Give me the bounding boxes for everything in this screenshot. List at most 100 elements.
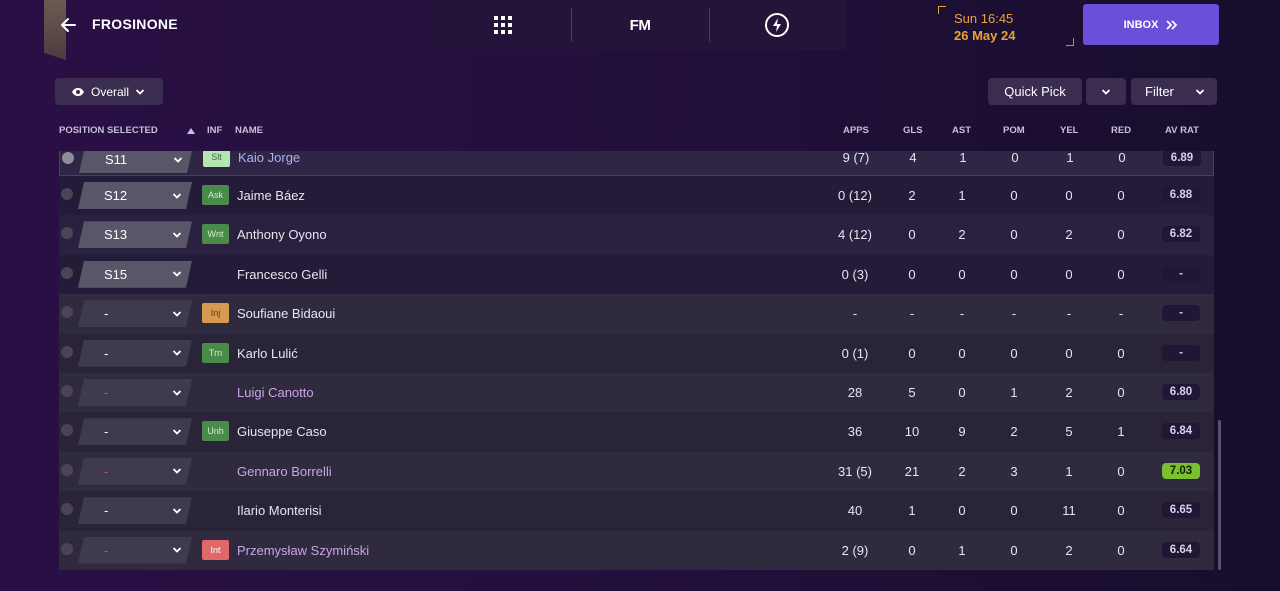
col-avrat[interactable]: AV RAT: [1165, 125, 1199, 136]
quick-pick-button[interactable]: Quick Pick: [988, 78, 1082, 105]
position-dropdown[interactable]: -: [78, 537, 192, 564]
assists-value: 0: [958, 345, 966, 361]
apps-value: 36: [847, 424, 863, 440]
squad-table: S11 Slt Kaio Jorge 9 (7) 4 1 0 1 0 6.89 …: [59, 151, 1214, 571]
chevron-down-icon: [172, 427, 182, 437]
red-value: 0: [1117, 266, 1125, 282]
fm-home-button[interactable]: FM: [571, 0, 708, 50]
rating-badge: 6.80: [1162, 384, 1200, 400]
apps-value: 0 (1): [841, 345, 869, 361]
quick-pick-dropdown[interactable]: [1086, 78, 1126, 105]
table-row[interactable]: - Gennaro Borrelli 31 (5) 21 2 3 1 0 7.0…: [59, 451, 1214, 492]
inbox-button[interactable]: INBOX: [1083, 4, 1219, 45]
position-dropdown[interactable]: -: [78, 497, 192, 524]
status-badge[interactable]: Slt: [203, 151, 230, 167]
yellow-value: 2: [1065, 542, 1073, 558]
status-badge[interactable]: Int: [202, 539, 229, 560]
selected-check-icon[interactable]: [61, 385, 73, 397]
col-position[interactable]: POSITION SELECTED: [59, 125, 158, 136]
apps-value: 9 (7): [842, 151, 870, 165]
table-row[interactable]: - Int Przemysław Szymiński 2 (9) 0 1 0 2…: [59, 530, 1214, 570]
selected-check-icon[interactable]: [61, 188, 73, 200]
position-dropdown[interactable]: S13: [78, 221, 192, 248]
table-row[interactable]: - Trn Karlo Lulić 0 (1) 0 0 0 0 0 -: [59, 333, 1214, 373]
position-dropdown[interactable]: -: [78, 418, 192, 445]
table-row[interactable]: - Unh Giuseppe Caso 36 10 9 2 5 1 6.84: [59, 412, 1214, 452]
player-name[interactable]: Anthony Oyono: [237, 227, 327, 242]
menu-grid-button[interactable]: [434, 0, 571, 50]
player-name[interactable]: Karlo Lulić: [237, 346, 298, 361]
goals-value: 0: [908, 542, 916, 558]
club-name[interactable]: FROSINONE: [92, 16, 178, 32]
col-inf[interactable]: INF: [207, 125, 222, 136]
col-name[interactable]: NAME: [235, 125, 263, 136]
col-yel[interactable]: YEL: [1060, 125, 1078, 136]
col-apps[interactable]: APPS: [843, 125, 869, 136]
player-name[interactable]: Giuseppe Caso: [237, 424, 327, 439]
status-badge[interactable]: Wnt: [202, 224, 229, 245]
chevron-down-icon: [172, 466, 182, 476]
player-name[interactable]: Gennaro Borrelli: [237, 464, 332, 479]
selected-check-icon[interactable]: [61, 306, 73, 319]
table-row[interactable]: S15 Francesco Gelli 0 (3) 0 0 0 0 0 -: [59, 254, 1214, 295]
table-row[interactable]: S13 Wnt Anthony Oyono 4 (12) 0 2 0 2 0 6…: [59, 215, 1214, 255]
table-row[interactable]: - Luigi Canotto 28 5 0 1 2 0 6.80: [59, 373, 1214, 413]
table-row[interactable]: S11 Slt Kaio Jorge 9 (7) 4 1 0 1 0 6.89: [59, 151, 1214, 176]
selected-check-icon[interactable]: [61, 266, 73, 279]
view-selector[interactable]: Overall: [55, 78, 163, 105]
position-dropdown[interactable]: S11: [79, 151, 193, 173]
status-badge[interactable]: Ask: [202, 185, 229, 205]
selected-check-icon[interactable]: [61, 227, 73, 240]
goals-value: -: [909, 306, 915, 322]
rating-badge: -: [1162, 305, 1200, 322]
chevron-down-icon: [1101, 88, 1111, 95]
status-badge[interactable]: Inj: [202, 303, 229, 324]
table-row[interactable]: S12 Ask Jaime Báez 0 (12) 2 1 0 0 0 6.88: [59, 176, 1214, 216]
assists-value: 0: [958, 385, 966, 400]
player-name[interactable]: Luigi Canotto: [237, 385, 314, 400]
selected-check-icon[interactable]: [61, 463, 73, 476]
player-name[interactable]: Jaime Báez: [237, 188, 305, 203]
rating-badge: 6.64: [1162, 541, 1200, 558]
col-gls[interactable]: GLS: [903, 125, 923, 136]
col-pom[interactable]: POM: [1003, 125, 1025, 136]
current-time: Sun 16:45: [954, 11, 1014, 26]
position-dropdown[interactable]: -: [78, 379, 192, 406]
filter-button[interactable]: Filter: [1131, 78, 1217, 105]
pom-value: 0: [1011, 151, 1019, 165]
pom-value: 0: [1010, 227, 1018, 243]
table-header: POSITION SELECTED INF NAME APPS GLS AST …: [59, 125, 1214, 139]
apps-value: -: [852, 306, 858, 322]
table-scrollbar[interactable]: [1218, 420, 1221, 570]
back-button[interactable]: [56, 12, 80, 38]
player-name[interactable]: Francesco Gelli: [237, 267, 327, 282]
status-badge[interactable]: Trn: [202, 342, 229, 363]
date-display[interactable]: Sun 16:45 26 May 24: [938, 6, 1074, 46]
player-name[interactable]: Soufiane Bidaoui: [237, 306, 335, 321]
position-dropdown[interactable]: -: [78, 458, 192, 485]
goals-value: 0: [908, 266, 916, 282]
col-red[interactable]: RED: [1111, 125, 1131, 136]
selected-check-icon[interactable]: [61, 542, 73, 555]
position-dropdown[interactable]: S12: [78, 182, 192, 209]
selected-check-icon[interactable]: [61, 424, 73, 437]
selected-check-icon[interactable]: [61, 345, 73, 358]
table-row[interactable]: - Ilario Monterisi 40 1 0 0 11 0 6.65: [59, 491, 1214, 531]
fm-logo: FM: [629, 16, 651, 34]
player-name[interactable]: Kaio Jorge: [238, 151, 300, 165]
col-ast[interactable]: AST: [952, 125, 971, 136]
assists-value: -: [959, 306, 965, 322]
pom-value: 0: [1010, 266, 1018, 282]
position-dropdown[interactable]: -: [78, 340, 192, 367]
position-dropdown[interactable]: -: [78, 300, 192, 327]
status-badge[interactable]: Unh: [202, 421, 229, 442]
apps-value: 40: [847, 503, 863, 519]
position-dropdown[interactable]: S15: [78, 261, 192, 288]
selected-check-icon[interactable]: [61, 503, 73, 516]
apps-value: 0 (12): [838, 188, 872, 203]
selected-check-icon[interactable]: [62, 152, 74, 164]
player-name[interactable]: Przemysław Szymiński: [237, 543, 369, 558]
quick-actions-button[interactable]: [708, 0, 846, 50]
player-name[interactable]: Ilario Monterisi: [237, 503, 322, 518]
table-row[interactable]: - Inj Soufiane Bidaoui - - - - - - -: [59, 294, 1214, 334]
